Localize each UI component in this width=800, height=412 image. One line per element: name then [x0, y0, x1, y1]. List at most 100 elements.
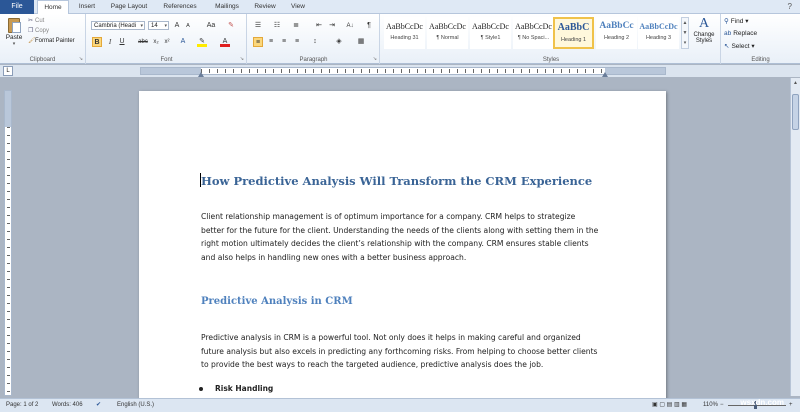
proofing-icon[interactable]: ✔ — [96, 399, 101, 412]
dialog-launcher-icon[interactable]: ↘ — [79, 56, 83, 62]
document-page[interactable]: How Predictive Analysis Will Transform t… — [139, 91, 666, 401]
copy-icon: ❐ — [28, 28, 34, 34]
sort-icon[interactable]: A↓ — [345, 21, 355, 31]
grow-font-button[interactable]: A — [172, 21, 182, 31]
align-left-icon[interactable]: ≡ — [253, 37, 263, 47]
tab-insert[interactable]: Insert — [72, 0, 102, 14]
paste-label: Paste — [5, 34, 23, 41]
paragraph-group: ☰ ☷ ≣ ⇤ ⇥ A↓ ¶ ≡ ≡ ≡ ≡ ↕ ◈ ▦ Paragraph ↘ — [248, 14, 380, 64]
align-right-icon[interactable]: ≡ — [279, 37, 289, 47]
font-group-label: Font — [160, 57, 173, 63]
view-print-layout-icon[interactable]: ▣ ▢ ▤ ▥ ▦ — [652, 399, 687, 412]
style-name: Heading 2 — [603, 35, 630, 41]
subscript-button[interactable]: x₂ — [151, 37, 161, 47]
tab-references[interactable]: References — [156, 0, 204, 14]
clipboard-group-label: Clipboard — [29, 57, 56, 63]
shrink-font-button[interactable]: A — [183, 21, 193, 31]
multilevel-list-icon[interactable]: ≣ — [291, 21, 301, 31]
copy-button[interactable]: ❐ Copy — [28, 27, 49, 36]
scissors-icon: ✂ — [28, 18, 34, 24]
strikethrough-button[interactable]: abc — [138, 37, 148, 47]
tab-view[interactable]: View — [283, 0, 313, 14]
style-style1[interactable]: AaBbCcDc ¶ Style1 — [470, 17, 511, 49]
scroll-thumb[interactable] — [792, 94, 799, 130]
tab-home[interactable]: Home — [37, 0, 69, 15]
dialog-launcher-icon[interactable]: ↘ — [240, 56, 244, 62]
bullets-icon[interactable]: ☰ — [253, 21, 263, 31]
change-case-button[interactable]: Aa — [206, 21, 216, 31]
numbering-icon[interactable]: ☷ — [272, 21, 282, 31]
page-count[interactable]: Page: 1 of 2 — [6, 399, 38, 412]
highlight-icon[interactable]: ✎ — [197, 37, 207, 47]
style-heading-3[interactable]: AaBbCcDc Heading 3 — [638, 17, 679, 49]
word-count[interactable]: Words: 406 — [52, 399, 83, 412]
style-normal[interactable]: AaBbCcDc ¶ Normal — [427, 17, 468, 49]
clear-formatting-icon[interactable]: ✎ — [226, 21, 236, 31]
styles-group-label: Styles — [542, 57, 560, 63]
decrease-indent-icon[interactable]: ⇤ — [314, 21, 324, 31]
justify-icon[interactable]: ≡ — [292, 37, 302, 47]
italic-button[interactable]: I — [105, 37, 115, 47]
horizontal-ruler-bar: L — [0, 65, 800, 77]
vertical-scrollbar[interactable]: ▲ — [790, 78, 800, 396]
select-label: Select — [731, 43, 750, 50]
left-indent-marker[interactable] — [198, 72, 204, 77]
font-name-field[interactable]: Cambria (Headi ▾ — [91, 21, 145, 30]
ribbon-tab-bar: File Home Insert Page Layout References … — [0, 0, 800, 15]
tab-review[interactable]: Review — [250, 0, 280, 14]
increase-indent-icon[interactable]: ⇥ — [327, 21, 337, 31]
paste-button[interactable]: Paste ▾ — [3, 16, 25, 50]
superscript-button[interactable]: x² — [162, 37, 172, 47]
language-indicator[interactable]: English (U.S.) — [117, 399, 154, 412]
underline-button[interactable]: U — [117, 37, 127, 47]
dialog-launcher-icon[interactable]: ↘ — [373, 56, 377, 62]
vertical-ruler[interactable] — [4, 90, 12, 396]
tab-selector-icon[interactable]: L — [3, 66, 13, 76]
change-styles-button[interactable]: A Change Styles — [690, 16, 718, 44]
document-title: How Predictive Analysis Will Transform t… — [201, 174, 593, 188]
style-heading-31[interactable]: AaBbCcDc Heading 31 — [384, 17, 425, 49]
tab-page-layout[interactable]: Page Layout — [105, 0, 153, 14]
chevron-down-icon: ▾ — [140, 23, 143, 29]
find-label: Find — [730, 18, 744, 25]
font-group: Cambria (Headi ▾ 14 ▾ A A Aa ✎ B I U abc x… — [87, 14, 247, 64]
horizontal-ruler[interactable] — [140, 67, 666, 77]
align-center-icon[interactable]: ≡ — [266, 37, 276, 47]
bullet-text: Risk Handling — [215, 384, 274, 393]
change-styles-icon: A — [698, 16, 710, 31]
style-name: Heading 1 — [560, 37, 587, 43]
find-button[interactable]: ⚲ Find ▾ — [724, 16, 749, 27]
text-effects-icon[interactable]: A — [178, 37, 188, 47]
tab-mailings[interactable]: Mailings — [207, 0, 247, 14]
minimize-ribbon-icon[interactable]: ? — [788, 2, 792, 11]
style-no-spacing[interactable]: AaBbCcDc ¶ No Spaci... — [513, 17, 554, 49]
bold-button[interactable]: B — [92, 37, 102, 47]
paragraph-line: better for the future for the client. Un… — [201, 225, 599, 235]
format-painter-button[interactable]: 🖌Format Painter — [28, 37, 75, 46]
paragraph-group-label: Paragraph — [299, 57, 328, 63]
zoom-in-icon[interactable]: + — [789, 399, 793, 412]
bullet-item: Risk Handling — [199, 384, 274, 393]
show-marks-icon[interactable]: ¶ — [364, 21, 374, 31]
borders-icon[interactable]: ▦ — [356, 37, 366, 47]
cut-button[interactable]: ✂ Cut — [28, 17, 44, 26]
font-color-icon[interactable]: A — [220, 37, 230, 47]
style-heading-1[interactable]: AaBbC Heading 1 — [553, 17, 594, 49]
line-spacing-icon[interactable]: ↕ — [310, 37, 320, 47]
paragraph-1: Client relationship management is of opt… — [201, 210, 611, 264]
paragraph-line: Predictive analysis in CRM is a powerful… — [201, 333, 581, 342]
scroll-up-icon[interactable]: ▲ — [791, 80, 800, 86]
select-button[interactable]: ↖ Select ▾ — [724, 41, 755, 52]
cut-label: Cut — [35, 18, 45, 24]
zoom-level[interactable]: 110% — [703, 399, 718, 412]
right-indent-marker[interactable] — [602, 72, 608, 77]
shading-icon[interactable]: ◈ — [334, 37, 344, 47]
section-heading: Predictive Analysis in CRM — [201, 296, 353, 307]
font-size-field[interactable]: 14 ▾ — [148, 21, 169, 30]
tab-file[interactable]: File — [0, 0, 34, 14]
replace-button[interactable]: ab Replace — [724, 28, 757, 39]
styles-gallery-scroll[interactable]: ▲ ▼ ▾ — [681, 17, 689, 49]
zoom-out-icon[interactable]: − — [720, 399, 724, 412]
chevron-down-icon[interactable]: ▾ — [3, 41, 25, 47]
style-heading-2[interactable]: AaBbCc Heading 2 — [596, 17, 637, 49]
